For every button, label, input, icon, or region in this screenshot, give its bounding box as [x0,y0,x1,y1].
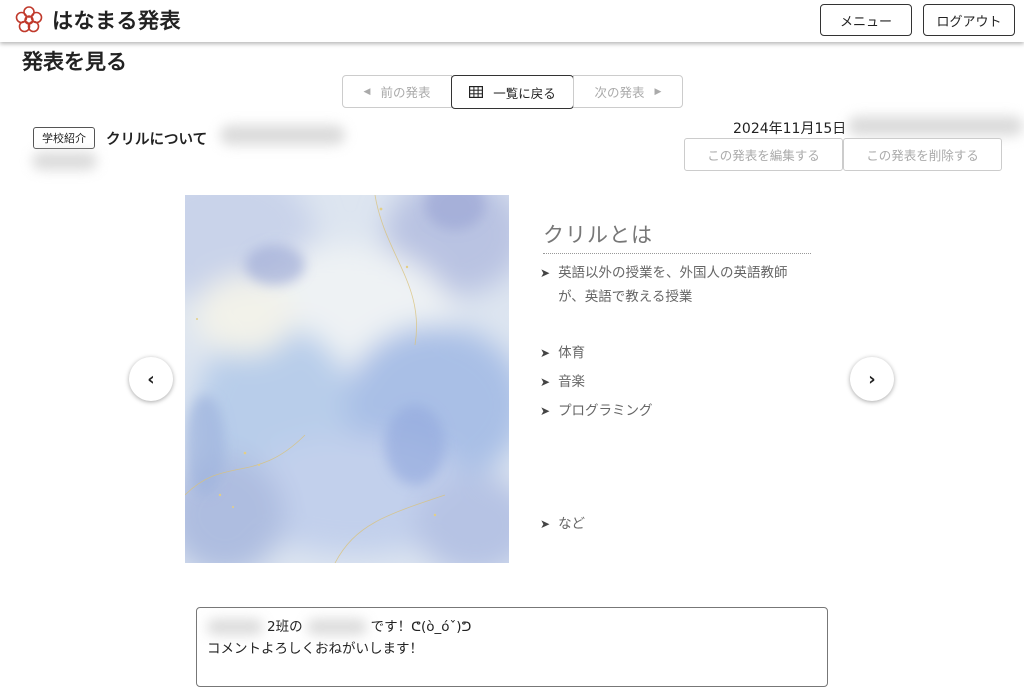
redacted-time [848,116,1023,136]
redacted-text [306,619,367,635]
chevron-right-icon: › [868,368,876,390]
chevron-left-icon: ‹ [147,368,155,390]
edit-presentation-button[interactable]: この発表を編集する [684,138,843,171]
comment-text: 2班の [267,619,303,635]
prev-slide-button[interactable]: ‹ [129,357,173,401]
prev-label: 前の発表 [380,85,431,100]
flower-icon[interactable] [14,5,44,35]
logout-button[interactable]: ログアウト [923,4,1015,36]
next-presentation-button[interactable]: 次の発表 ▶ [573,75,683,108]
next-slide-button[interactable]: › [850,357,894,401]
app-header: はなまる発表 メニュー ログアウト [0,0,1024,42]
grid-icon [469,86,484,98]
comment-line-1: 2班の です！ᕦ(ò_óˇ)ᕤ [207,616,817,638]
prev-presentation-button[interactable]: ◀ 前の発表 [342,75,452,108]
slide-heading: クリルとは [543,219,811,254]
comment-line-2: コメントよろしくおねがいします！ [207,641,423,657]
redacted-text [32,152,97,170]
slide-bullet: ➤ 体育 [540,341,813,365]
back-to-list-button[interactable]: 一覧に戻る [451,75,574,109]
slide-bullet: ➤ 英語以外の授業を、外国人の英語教師が、英語で教える授業 [540,261,813,309]
arrow-bullet-icon: ➤ [540,517,551,531]
menu-button[interactable]: メニュー [820,4,912,36]
redacted-text [207,619,263,635]
arrow-bullet-icon: ➤ [540,375,551,389]
slide-viewer: クリルとは ➤ 英語以外の授業を、外国人の英語教師が、英語で教える授業 ➤ 体育… [185,195,825,563]
redacted-author [220,125,345,145]
category-badge: 学校紹介 [33,127,95,149]
slide-bullet: ➤ プログラミング [540,399,813,423]
slide-bullet: ➤ など [540,512,813,536]
watercolor-background-image [185,195,509,563]
arrow-bullet-icon: ➤ [540,266,551,280]
presentation-date: 2024年11月15日 [733,121,847,137]
delete-presentation-button[interactable]: この発表を削除する [843,138,1002,171]
chevron-right-icon: ▶ [654,86,662,97]
slide-bullet: ➤ 音楽 [540,370,813,394]
next-label: 次の発表 [594,85,645,100]
arrow-bullet-icon: ➤ [540,346,551,360]
page-title: 発表を見る [22,50,127,74]
app-title[interactable]: はなまる発表 [52,5,181,35]
chevron-left-icon: ◀ [363,86,371,97]
list-label: 一覧に戻る [493,85,556,101]
comment-box: 2班の です！ᕦ(ò_óˇ)ᕤ コメントよろしくおねがいします！ [196,607,828,687]
arrow-bullet-icon: ➤ [540,404,551,418]
comment-text: です！ᕦ(ò_óˇ)ᕤ [370,619,472,635]
presentation-title: クリルについて [106,132,208,148]
